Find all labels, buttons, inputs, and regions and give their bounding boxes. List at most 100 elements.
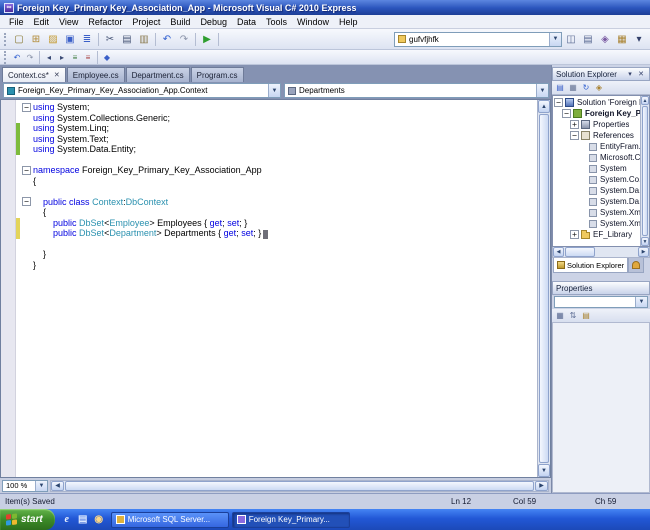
tree-item-solution-foreign-key[interactable]: −Solution 'Foreign Key_	[553, 97, 640, 108]
menu-project[interactable]: Project	[127, 16, 165, 28]
properties-icon[interactable]: ▤	[554, 82, 566, 94]
tree-item-system-xm[interactable]: System.Xm...	[553, 218, 640, 229]
code-line[interactable]: {	[16, 207, 537, 218]
code-line[interactable]: − public class Context:DbContext	[16, 197, 537, 208]
code-text[interactable]: using System.Data.Entity;	[33, 144, 136, 155]
menu-tools[interactable]: Tools	[261, 16, 292, 28]
code-text[interactable]: }	[33, 249, 46, 260]
code-line[interactable]: using System.Linq;	[16, 123, 537, 134]
code-area[interactable]: −using System;using System.Collections.G…	[1, 100, 537, 477]
fold-toggle-icon[interactable]: −	[22, 103, 31, 112]
code-line[interactable]: −using System;	[16, 102, 537, 113]
scroll-down-icon[interactable]: ▼	[641, 237, 649, 246]
properties-object-combo[interactable]: ▼	[554, 296, 648, 308]
uncomment-lines-icon[interactable]: ≡	[82, 51, 94, 63]
taskbar-task-microsoft-sql-server[interactable]: Microsoft SQL Server...	[111, 512, 229, 528]
close-icon[interactable]: ✕	[636, 69, 646, 79]
members-dropdown[interactable]: Departments ▼	[284, 83, 549, 98]
menu-window[interactable]: Window	[292, 16, 334, 28]
save-all-icon[interactable]: ≣	[79, 31, 95, 47]
chevron-down-icon[interactable]: ▼	[268, 84, 280, 97]
menu-refactor[interactable]: Refactor	[83, 16, 127, 28]
scroll-up-icon[interactable]: ▲	[641, 96, 649, 105]
chevron-down-icon[interactable]: ▼	[635, 297, 647, 307]
code-text[interactable]: namespace Foreign_Key_Primary_Key_Associ…	[33, 165, 262, 176]
tree-item-entityfram[interactable]: EntityFram...	[553, 141, 640, 152]
bookmark-icon[interactable]: ◆	[101, 51, 113, 63]
fold-toggle-icon[interactable]: −	[22, 197, 31, 206]
chevron-down-icon[interactable]: ▼	[35, 481, 47, 491]
tree-item-system-da[interactable]: System.Da...	[553, 196, 640, 207]
tree-item-microsoft-c[interactable]: Microsoft.C...	[553, 152, 640, 163]
code-text[interactable]: public DbSet<Employee> Employees { get; …	[33, 218, 247, 229]
editor-horizontal-scrollbar[interactable]: ◀ ▶	[50, 480, 549, 492]
expand-icon[interactable]: +	[570, 230, 579, 239]
panel-tab-database[interactable]	[628, 258, 644, 273]
code-line[interactable]: using System.Collections.Generic;	[16, 113, 537, 124]
copy-icon[interactable]: ▤	[119, 31, 135, 47]
tree-item-foreign-key-pri[interactable]: −Foreign Key_Pri	[553, 108, 640, 119]
scrollbar-thumb[interactable]	[565, 247, 595, 257]
redo-icon[interactable]: ↷	[176, 31, 192, 47]
scroll-up-icon[interactable]: ▲	[538, 100, 550, 113]
code-text[interactable]: {	[33, 207, 46, 218]
chevron-down-icon[interactable]: ▼	[549, 33, 561, 46]
code-line[interactable]: }	[16, 260, 537, 271]
add-new-item-icon[interactable]: ⊞	[28, 31, 44, 47]
collapse-icon[interactable]: −	[554, 98, 563, 107]
code-editor[interactable]: −using System;using System.Collections.G…	[0, 99, 551, 478]
tree-vertical-scrollbar[interactable]: ▲ ▼	[640, 96, 649, 246]
code-line[interactable]: }	[16, 249, 537, 260]
scrollbar-thumb[interactable]	[65, 481, 534, 491]
property-pages-icon[interactable]: ▤	[580, 310, 592, 322]
internet-explorer-icon[interactable]: e	[60, 513, 74, 527]
collapse-icon[interactable]: −	[562, 109, 571, 118]
media-player-icon[interactable]: ◉	[92, 513, 106, 527]
show-desktop-icon[interactable]: ▤	[76, 513, 90, 527]
scroll-right-icon[interactable]: ▶	[638, 247, 649, 257]
code-line[interactable]: {	[16, 176, 537, 187]
indicator-margin[interactable]	[1, 100, 16, 477]
tree-horizontal-scrollbar[interactable]: ◀ ▶	[552, 247, 650, 258]
code-text[interactable]: using System;	[33, 102, 90, 113]
scroll-left-icon[interactable]: ◀	[553, 247, 564, 257]
toolbar-options-icon[interactable]: ▾	[631, 31, 647, 47]
scrollbar-thumb[interactable]	[642, 106, 648, 236]
menu-edit[interactable]: Edit	[29, 16, 55, 28]
paste-icon[interactable]: ▥	[136, 31, 152, 47]
code-line[interactable]	[16, 186, 537, 197]
comment-lines-icon[interactable]: ≡	[69, 51, 81, 63]
cut-icon[interactable]: ✂	[102, 31, 118, 47]
find-combo[interactable]: gufvfjhfk ▼	[394, 32, 562, 47]
new-project-icon[interactable]: ▢	[11, 31, 27, 47]
code-line[interactable]	[16, 239, 537, 250]
code-text[interactable]: {	[33, 176, 36, 187]
tree-item-system-co[interactable]: System.Co...	[553, 174, 640, 185]
start-debugging-icon[interactable]: ▶	[199, 31, 215, 47]
collapse-icon[interactable]: −	[570, 131, 579, 140]
code-text[interactable]: public DbSet<Department> Departments { g…	[33, 228, 268, 239]
tree-item-system-xm[interactable]: System.Xm...	[553, 207, 640, 218]
menu-file[interactable]: File	[4, 16, 29, 28]
tab-context-cs[interactable]: Context.cs*✕	[2, 67, 66, 82]
tree-item-properties[interactable]: +Properties	[553, 119, 640, 130]
types-dropdown[interactable]: Foreign_Key_Primary_Key_Association_App.…	[3, 83, 281, 98]
alphabetical-icon[interactable]: ⇅	[567, 310, 579, 322]
menu-debug[interactable]: Debug	[195, 16, 232, 28]
code-line[interactable]: −namespace Foreign_Key_Primary_Key_Assoc…	[16, 165, 537, 176]
refresh-icon[interactable]: ↻	[580, 82, 592, 94]
solution-explorer-icon[interactable]: ◫	[563, 31, 579, 47]
editor-vertical-scrollbar[interactable]: ▲ ▼	[537, 100, 550, 477]
code-text[interactable]: using System.Collections.Generic;	[33, 113, 170, 124]
code-text[interactable]: using System.Text;	[33, 134, 109, 145]
menu-data[interactable]: Data	[232, 16, 261, 28]
taskbar-task-foreign-key-primary[interactable]: Foreign Key_Primary...	[232, 512, 350, 528]
expand-icon[interactable]: +	[570, 120, 579, 129]
solution-tree[interactable]: −Solution 'Foreign Key_−Foreign Key_Pri+…	[553, 96, 640, 246]
scrollbar-thumb[interactable]	[539, 114, 549, 463]
open-file-icon[interactable]: ▨	[45, 31, 61, 47]
code-line[interactable]: using System.Text;	[16, 134, 537, 145]
show-all-files-icon[interactable]: ▦	[567, 82, 579, 94]
tab-department-cs[interactable]: Department.cs	[126, 67, 190, 82]
fold-toggle-icon[interactable]: −	[22, 166, 31, 175]
